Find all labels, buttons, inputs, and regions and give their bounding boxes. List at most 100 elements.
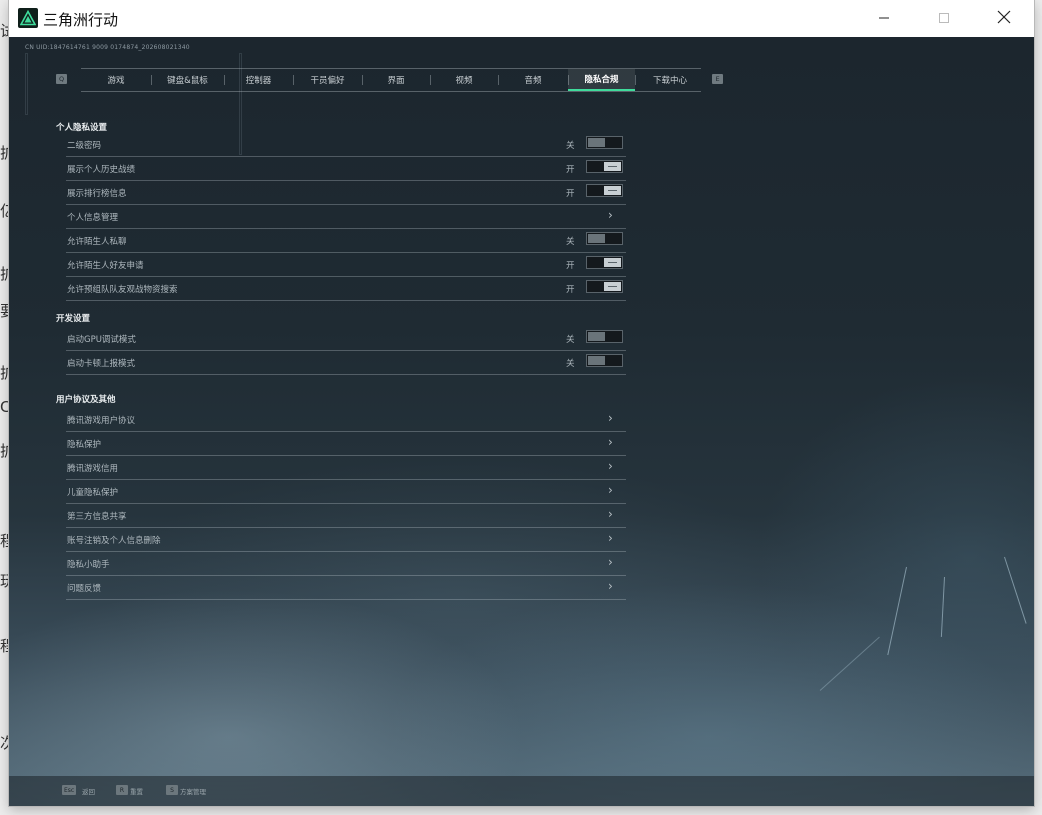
setting-label: 问题反馈 <box>67 584 102 594</box>
toggle-knob <box>604 186 621 195</box>
toggle-knob <box>588 234 605 243</box>
setting-row[interactable]: 二级密码 关 <box>66 133 626 157</box>
tab-2[interactable]: 键盘&鼠标 <box>151 69 224 91</box>
settings-screen: CN UID:1847614761 9009 0174874_202608021… <box>9 37 1034 806</box>
setting-row[interactable]: 问题反馈 › <box>66 576 626 600</box>
setting-row[interactable]: 腾讯游戏用户协议 › <box>66 408 626 432</box>
setting-row[interactable]: 允许预组队队友观战物资搜索 开 <box>66 277 626 301</box>
setting-row[interactable]: 允许陌生人好友申请 开 <box>66 253 626 277</box>
setting-row[interactable]: 允许陌生人私聊 关 <box>66 229 626 253</box>
tab-3[interactable]: 控制器 <box>224 69 293 91</box>
hotkey-badge[interactable]: Esc <box>62 785 77 795</box>
chevron-right-icon[interactable]: › <box>608 459 613 473</box>
app-window: 三角洲行动 CN UID:1847614761 9009 0174874_202… <box>9 0 1034 806</box>
hotkey-label: 返回 <box>82 788 95 796</box>
setting-row[interactable]: 隐私保护 › <box>66 432 626 456</box>
prev-tab-key[interactable]: Q <box>56 74 67 84</box>
toggle-switch[interactable] <box>586 232 623 245</box>
setting-label: 展示排行榜信息 <box>67 189 127 199</box>
setting-row[interactable]: 儿童隐私保护 › <box>66 480 626 504</box>
section-title: 开发设置 <box>56 314 91 324</box>
chevron-right-icon[interactable]: › <box>608 507 613 521</box>
hotkey-label: 重置 <box>130 788 143 796</box>
setting-label: 账号注销及个人信息删除 <box>67 536 161 546</box>
rain-streak <box>1004 556 1027 624</box>
close-button[interactable] <box>974 0 1034 37</box>
window-title: 三角洲行动 <box>43 11 119 29</box>
toggle-knob <box>588 332 605 341</box>
maximize-button[interactable] <box>914 0 974 37</box>
tab-4[interactable]: 干员偏好 <box>293 69 362 91</box>
setting-label: 隐私小助手 <box>67 560 110 570</box>
tab-7[interactable]: 音频 <box>498 69 568 91</box>
settings-tab-bar: 游戏 键盘&鼠标 控制器 干员偏好 界面 视频 音频 隐私合规 下载中心 <box>81 68 701 92</box>
setting-label: 腾讯游戏用户协议 <box>67 416 136 426</box>
next-tab-key[interactable]: E <box>712 74 723 84</box>
chevron-right-icon[interactable]: › <box>608 483 613 497</box>
toggle-state-text: 开 <box>566 165 575 175</box>
tab-9[interactable]: 下载中心 <box>635 69 705 91</box>
setting-row[interactable]: 个人信息管理 › <box>66 205 626 229</box>
rain-streak <box>887 566 907 656</box>
hotkey-label: 方案管理 <box>180 788 206 796</box>
toggle-switch[interactable] <box>586 160 623 173</box>
toggle-state-text: 关 <box>566 141 575 151</box>
rain-streak <box>940 576 945 637</box>
setting-label: 展示个人历史战绩 <box>67 165 136 175</box>
rain-streak <box>819 636 880 691</box>
hotkey-badge[interactable]: R <box>116 785 128 795</box>
bottom-hint-bar: Esc 返回 R 重置 S 方案管理 <box>9 776 1034 806</box>
toggle-switch[interactable] <box>586 256 623 269</box>
toggle-state-text: 开 <box>566 189 575 199</box>
hotkey-badge[interactable]: S <box>166 785 178 795</box>
maximize-icon <box>938 9 950 28</box>
setting-row[interactable]: 腾讯游戏信用 › <box>66 456 626 480</box>
setting-row[interactable]: 展示排行榜信息 开 <box>66 181 626 205</box>
decor-line <box>25 53 28 115</box>
tab-5[interactable]: 界面 <box>362 69 430 91</box>
setting-label: 儿童隐私保护 <box>67 488 119 498</box>
setting-label: 允许预组队队友观战物资搜索 <box>67 285 178 295</box>
setting-row[interactable]: 账号注销及个人信息删除 › <box>66 528 626 552</box>
toggle-switch[interactable] <box>586 136 623 149</box>
tab-6[interactable]: 视频 <box>430 69 498 91</box>
setting-row[interactable]: 启动卡顿上报模式 关 <box>66 351 626 375</box>
chevron-right-icon[interactable]: › <box>608 531 613 545</box>
setting-label: 启动GPU调试模式 <box>67 335 136 345</box>
tab-8[interactable]: 隐私合规 <box>568 69 635 91</box>
chevron-right-icon[interactable]: › <box>608 579 613 593</box>
toggle-switch[interactable] <box>586 280 623 293</box>
setting-label: 腾讯游戏信用 <box>67 464 119 474</box>
setting-row[interactable]: 展示个人历史战绩 开 <box>66 157 626 181</box>
close-icon <box>997 9 1011 28</box>
setting-label: 个人信息管理 <box>67 213 119 223</box>
minimize-button[interactable] <box>854 0 914 37</box>
setting-row[interactable]: 第三方信息共享 › <box>66 504 626 528</box>
setting-label: 隐私保护 <box>67 440 102 450</box>
chevron-right-icon[interactable]: › <box>608 435 613 449</box>
uid-label: CN UID:1847614761 9009 0174874_202608021… <box>25 44 190 51</box>
title-bar[interactable]: 三角洲行动 <box>9 0 1034 37</box>
tab-1[interactable]: 游戏 <box>81 69 151 91</box>
toggle-state-text: 关 <box>566 335 575 345</box>
section-title: 用户协议及其他 <box>56 395 116 405</box>
toggle-switch[interactable] <box>586 354 623 367</box>
toggle-state-text: 开 <box>566 261 575 271</box>
toggle-knob <box>604 162 621 171</box>
chevron-right-icon[interactable]: › <box>608 411 613 425</box>
setting-label: 允许陌生人私聊 <box>67 237 127 247</box>
toggle-switch[interactable] <box>586 330 623 343</box>
setting-label: 允许陌生人好友申请 <box>67 261 144 271</box>
toggle-state-text: 开 <box>566 285 575 295</box>
setting-row[interactable]: 启动GPU调试模式 关 <box>66 327 626 351</box>
setting-row[interactable]: 隐私小助手 › <box>66 552 626 576</box>
setting-label: 二级密码 <box>67 141 102 151</box>
toggle-state-text: 关 <box>566 359 575 369</box>
chevron-right-icon[interactable]: › <box>608 208 613 222</box>
chevron-right-icon[interactable]: › <box>608 555 613 569</box>
toggle-knob <box>588 138 605 147</box>
toggle-knob <box>604 258 621 267</box>
toggle-knob <box>604 282 621 291</box>
toggle-switch[interactable] <box>586 184 623 197</box>
toggle-state-text: 关 <box>566 237 575 247</box>
